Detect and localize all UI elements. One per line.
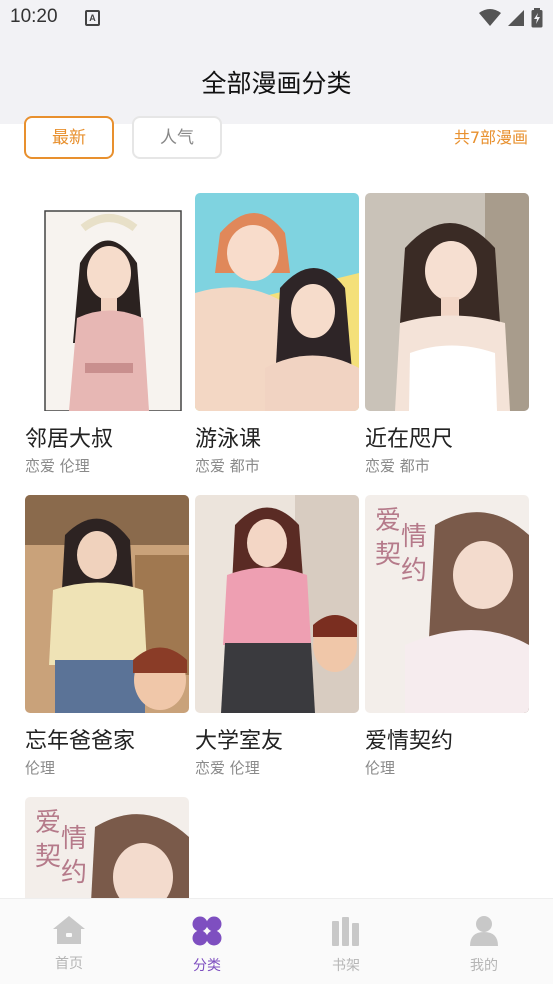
status-bar: 10:20 A xyxy=(0,0,553,38)
comic-cover[interactable] xyxy=(195,193,359,411)
category-icon xyxy=(192,916,222,946)
home-icon xyxy=(53,916,85,944)
comic-card[interactable]: 忘年爸爸家 伦理 xyxy=(25,495,189,778)
comic-card[interactable]: 近在咫尺 恋爱 都市 xyxy=(365,193,529,476)
comic-title[interactable]: 爱情契约 xyxy=(365,723,529,755)
signal-icon xyxy=(508,10,524,26)
svg-text:情: 情 xyxy=(401,522,427,552)
comic-cover[interactable]: 爱 情 契 约 xyxy=(365,495,529,713)
page-title: 全部漫画分类 xyxy=(201,69,352,98)
comic-cover[interactable] xyxy=(195,495,359,713)
status-time: 10:20 xyxy=(10,6,58,27)
comic-card[interactable]: 游泳课 恋爱 都市 xyxy=(195,193,359,476)
filter-row: 最新 人气 共7部漫画 xyxy=(0,116,553,164)
svg-text:契: 契 xyxy=(35,842,61,872)
status-icons xyxy=(479,8,543,28)
bottom-nav: 首页 分类 书架 我的 xyxy=(0,898,553,984)
comic-title[interactable]: 大学室友 xyxy=(195,723,359,755)
total-count: 共7部漫画 xyxy=(453,128,528,147)
nav-home-label: 首页 xyxy=(55,956,83,972)
battery-icon xyxy=(531,8,543,28)
comic-card[interactable]: 大学室友 恋爱 伦理 xyxy=(195,495,359,778)
comic-tags: 恋爱 伦理 xyxy=(25,457,90,475)
svg-text:情: 情 xyxy=(61,824,87,854)
comic-card[interactable]: 爱 情 契 约 爱情契约 伦理 xyxy=(365,495,529,778)
bookshelf-icon xyxy=(332,917,359,946)
comic-title[interactable]: 近在咫尺 xyxy=(365,421,529,453)
svg-text:约: 约 xyxy=(61,858,87,888)
cover-text-char: 爱 xyxy=(35,808,61,838)
profile-icon xyxy=(470,916,498,946)
nav-profile-label: 我的 xyxy=(470,958,498,974)
notification-a-icon: A xyxy=(85,10,100,26)
comic-tags: 伦理 xyxy=(25,759,56,777)
header: 全部漫画分类 xyxy=(0,38,553,124)
nav-bookshelf[interactable]: 书架 xyxy=(306,915,386,975)
comic-card[interactable]: 邻居大叔 恋爱 伦理 xyxy=(25,193,189,476)
tab-newest[interactable]: 最新 xyxy=(24,116,114,159)
nav-profile[interactable]: 我的 xyxy=(444,915,524,975)
comic-title[interactable]: 忘年爸爸家 xyxy=(25,723,189,755)
comic-cover[interactable] xyxy=(25,495,189,713)
svg-text:约: 约 xyxy=(401,556,427,586)
tab-popular[interactable]: 人气 xyxy=(132,116,222,159)
wifi-icon xyxy=(479,9,501,26)
nav-home[interactable]: 首页 xyxy=(29,915,109,973)
comic-cover[interactable] xyxy=(365,193,529,411)
nav-bookshelf-label: 书架 xyxy=(332,958,360,974)
nav-category[interactable]: 分类 xyxy=(167,915,247,975)
nav-category-label: 分类 xyxy=(193,958,221,974)
comic-tags: 伦理 xyxy=(365,759,396,777)
cover-text-char: 爱 xyxy=(375,506,401,536)
comic-cover[interactable] xyxy=(25,193,189,411)
comic-tags: 恋爱 伦理 xyxy=(195,759,260,777)
comic-tags: 恋爱 都市 xyxy=(195,457,260,475)
comic-tags: 恋爱 都市 xyxy=(365,457,430,475)
comic-title[interactable]: 邻居大叔 xyxy=(25,421,189,453)
comic-title[interactable]: 游泳课 xyxy=(195,421,359,453)
svg-text:契: 契 xyxy=(375,540,401,570)
